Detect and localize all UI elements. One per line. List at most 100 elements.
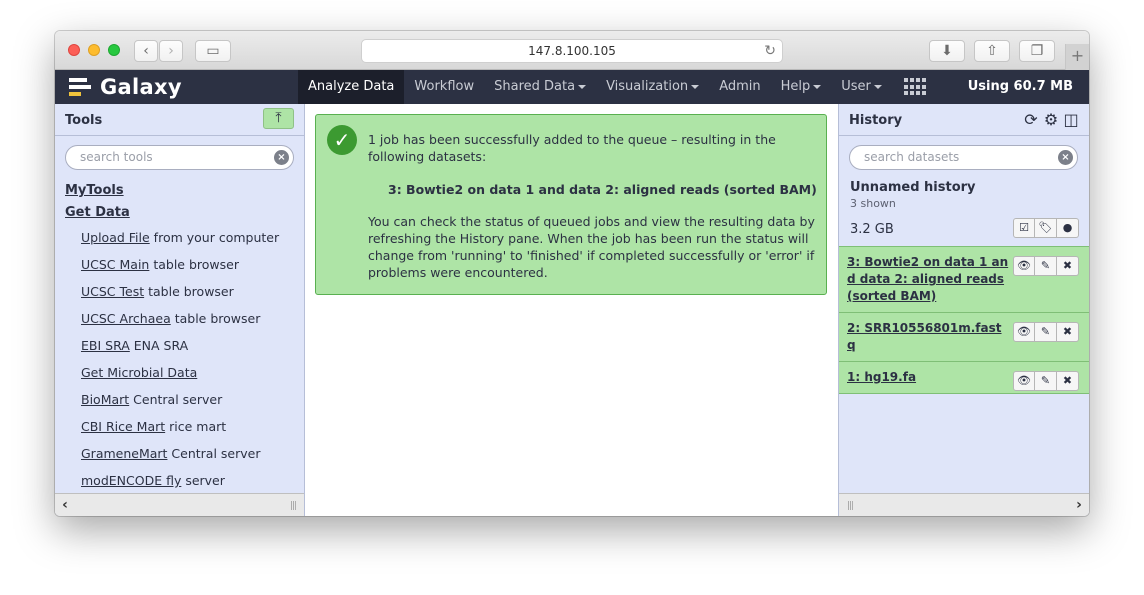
tool-desc: from your computer — [149, 230, 280, 245]
nav-workflow[interactable]: Workflow — [404, 70, 484, 104]
sidebar-toggle-button[interactable]: ▭ — [195, 40, 231, 62]
collapse-left-icon[interactable]: ‹ — [55, 494, 75, 516]
history-panel-collapse-bar: ||| › — [839, 493, 1089, 516]
history-shown-count: 3 shown — [850, 197, 896, 210]
refresh-icon[interactable]: ⟳ — [1021, 110, 1041, 130]
caret-down-icon — [873, 84, 882, 89]
nav-shared-data[interactable]: Shared Data — [484, 70, 596, 104]
history-panel: History ⟳ ⚙ ◫ search datasets × Unnamed … — [838, 104, 1089, 516]
dataset-item: 2: SRR10556801m.fastq 👁 ✎ ✖ — [839, 312, 1089, 362]
eye-icon[interactable]: 👁 — [1013, 256, 1035, 276]
share-button[interactable]: ⇧ — [974, 40, 1010, 62]
back-button[interactable]: ‹ — [134, 40, 158, 62]
upload-button[interactable]: ⤒ — [263, 108, 294, 129]
minimize-window-button[interactable] — [88, 44, 100, 56]
tool-item: CBI Rice Mart rice mart — [65, 413, 300, 440]
section-get-data[interactable]: Get Data — [65, 202, 300, 224]
tools-panel-collapse-bar: ‹ ||| — [55, 493, 304, 516]
center-panel: ✓ 1 job has been successfully added to t… — [305, 104, 838, 516]
tabs-overview-button[interactable]: ❐ — [1019, 40, 1055, 62]
dataset-search-placeholder: search datasets — [864, 150, 960, 164]
history-name[interactable]: Unnamed history — [850, 180, 976, 195]
tags-button[interactable]: 🏷 — [1035, 218, 1057, 238]
tool-item: UCSC Test table browser — [65, 278, 300, 305]
message-text: 1 job has been successfully added to the… — [368, 131, 818, 281]
address-bar[interactable]: 147.8.100.105 ↻ — [361, 39, 783, 63]
gear-icon[interactable]: ⚙ — [1041, 110, 1061, 130]
apps-grid-icon[interactable] — [904, 78, 926, 96]
history-panel-header: History ⟳ ⚙ ◫ — [839, 104, 1089, 136]
history-title: History — [849, 113, 903, 128]
select-items-button[interactable]: ☑ — [1013, 218, 1035, 238]
downloads-button[interactable]: ⬇ — [929, 40, 965, 62]
delete-icon[interactable]: ✖ — [1057, 256, 1079, 276]
tool-item: BioMart Central server — [65, 386, 300, 413]
tool-desc: table browser — [170, 311, 261, 326]
upload-icon: ⤒ — [275, 110, 282, 126]
quota-usage[interactable]: Using 60.7 MB — [968, 70, 1073, 104]
pencil-icon[interactable]: ✎ — [1035, 371, 1057, 391]
tool-link[interactable]: GrameneMart — [81, 446, 167, 461]
reload-icon[interactable]: ↻ — [764, 40, 776, 62]
tool-link[interactable]: UCSC Test — [81, 284, 144, 299]
tool-item: EBI SRA ENA SRA — [65, 332, 300, 359]
new-tab-button[interactable]: + — [1065, 44, 1089, 70]
tool-link[interactable]: EBI SRA — [81, 338, 130, 353]
nav-visualization[interactable]: Visualization — [596, 70, 709, 104]
caret-down-icon — [813, 84, 822, 89]
nav-admin[interactable]: Admin — [709, 70, 770, 104]
dataset-item: 1: hg19.fa 👁 ✎ ✖ — [839, 361, 1089, 394]
columns-icon[interactable]: ◫ — [1061, 110, 1081, 130]
tool-item: GrameneMart Central server — [65, 440, 300, 467]
delete-icon[interactable]: ✖ — [1057, 371, 1079, 391]
tool-link[interactable]: UCSC Archaea — [81, 311, 171, 326]
clear-search-icon[interactable]: × — [1058, 150, 1073, 165]
tool-item: UCSC Main table browser — [65, 251, 300, 278]
dataset-item: 3: Bowtie2 on data 1 and data 2: aligned… — [839, 246, 1089, 313]
tool-desc: table browser — [149, 257, 239, 272]
nav-user[interactable]: User — [831, 70, 892, 104]
tool-search-input[interactable]: search tools × — [65, 145, 294, 170]
nav-help[interactable]: Help — [771, 70, 832, 104]
plus-icon: + — [1070, 46, 1085, 65]
dataset-search-input[interactable]: search datasets × — [849, 145, 1078, 170]
browser-window: ‹ › ▭ 147.8.100.105 ↻ ⬇ ⇧ ❐ + Galaxy Ana… — [55, 31, 1089, 516]
eye-icon[interactable]: 👁 — [1013, 322, 1035, 342]
pencil-icon[interactable]: ✎ — [1035, 322, 1057, 342]
tool-list: MyTools Get Data Upload File from your c… — [65, 180, 300, 494]
tool-item: UCSC Archaea table browser — [65, 305, 300, 332]
drag-handle-icon[interactable]: ||| — [847, 501, 854, 511]
tool-item: modENCODE fly server — [65, 467, 300, 494]
annotation-button[interactable]: ● — [1057, 218, 1079, 238]
brand[interactable]: Galaxy — [69, 70, 182, 104]
tool-link[interactable]: CBI Rice Mart — [81, 419, 165, 434]
tool-link[interactable]: Upload File — [81, 230, 150, 245]
dataset-actions: 👁 ✎ ✖ — [1013, 256, 1079, 276]
tool-link[interactable]: BioMart — [81, 392, 129, 407]
clear-search-icon[interactable]: × — [274, 150, 289, 165]
dataset-actions: 👁 ✎ ✖ — [1013, 371, 1079, 391]
tool-desc: table browser — [144, 284, 234, 299]
tool-desc: Central server — [167, 446, 261, 461]
chevron-right-icon: › — [168, 43, 174, 59]
delete-icon[interactable]: ✖ — [1057, 322, 1079, 342]
nav-analyze-data[interactable]: Analyze Data — [298, 70, 405, 104]
eye-icon[interactable]: 👁 — [1013, 371, 1035, 391]
download-icon: ⬇ — [941, 43, 953, 59]
zoom-window-button[interactable] — [108, 44, 120, 56]
drag-handle-icon[interactable]: ||| — [290, 501, 297, 511]
pencil-icon[interactable]: ✎ — [1035, 256, 1057, 276]
tool-desc: ENA SRA — [129, 338, 189, 353]
tool-link[interactable]: Get Microbial Data — [81, 365, 197, 380]
url-text: 147.8.100.105 — [528, 44, 616, 58]
caret-down-icon — [578, 84, 587, 89]
forward-button[interactable]: › — [159, 40, 183, 62]
collapse-right-icon[interactable]: › — [1069, 494, 1089, 516]
main-nav: Analyze Data Workflow Shared Data Visual… — [298, 70, 892, 104]
close-window-button[interactable] — [68, 44, 80, 56]
browser-toolbar: ‹ › ▭ 147.8.100.105 ↻ ⬇ ⇧ ❐ + — [55, 31, 1089, 70]
tool-link[interactable]: modENCODE fly — [81, 473, 181, 488]
tool-link[interactable]: UCSC Main — [81, 257, 149, 272]
tools-panel-header: Tools ⤒ — [55, 104, 304, 136]
section-mytools[interactable]: MyTools — [65, 180, 300, 202]
